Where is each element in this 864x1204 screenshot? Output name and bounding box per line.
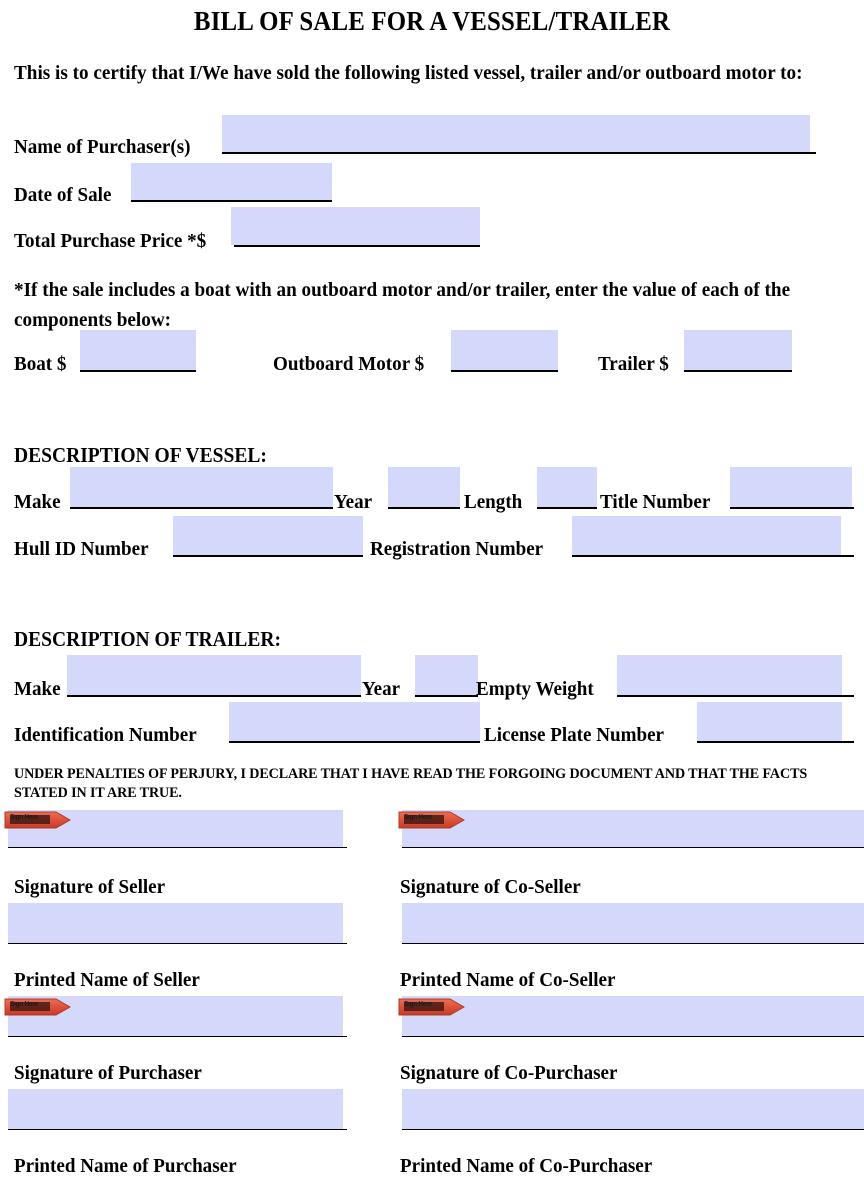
co-seller-printed-name-input[interactable] bbox=[402, 903, 864, 943]
boat-value-rule bbox=[80, 370, 196, 372]
boat-value-label: Boat $ bbox=[14, 353, 67, 375]
vessel-title-number-input[interactable] bbox=[730, 467, 852, 507]
boat-value-input[interactable] bbox=[80, 330, 196, 370]
total-purchase-price-input[interactable] bbox=[231, 207, 480, 245]
vessel-length-rule bbox=[537, 507, 597, 509]
vessel-length-label: Length bbox=[464, 491, 523, 513]
co-purchaser-signature-label: Signature of Co-Purchaser bbox=[400, 1062, 618, 1084]
trailer-empty-weight-rule bbox=[617, 695, 854, 697]
date-of-sale-input[interactable] bbox=[131, 163, 332, 200]
page-title: BILL OF SALE FOR A VESSEL/TRAILER bbox=[193, 6, 671, 36]
trailer-empty-weight-input[interactable] bbox=[617, 655, 842, 695]
co-purchaser-signature-input[interactable] bbox=[402, 996, 864, 1036]
seller-signature-label: Signature of Seller bbox=[14, 876, 166, 898]
purchaser-signature-rule bbox=[8, 1036, 347, 1037]
component-value-note: *If the sale includes a boat with an out… bbox=[14, 279, 791, 331]
perjury-statement: UNDER PENALTIES OF PERJURY, I DECLARE TH… bbox=[14, 766, 808, 801]
bill-of-sale-document: BILL OF SALE FOR A VESSEL/TRAILER This i… bbox=[0, 0, 864, 1204]
purchaser-printed-name-input[interactable] bbox=[8, 1089, 343, 1129]
sign-here-tag-co-purchaser-signature: Sign Here bbox=[398, 998, 466, 1016]
trailer-value-input[interactable] bbox=[684, 330, 792, 370]
co-purchaser-printed-name-label: Printed Name of Co-Purchaser bbox=[400, 1155, 653, 1177]
vessel-make-input[interactable] bbox=[70, 467, 333, 507]
trailer-year-label: Year bbox=[362, 678, 401, 700]
co-purchaser-printed-name-rule bbox=[402, 1129, 864, 1130]
seller-signature-rule bbox=[8, 847, 347, 848]
trailer-license-plate-input[interactable] bbox=[697, 702, 842, 741]
co-seller-signature-input[interactable] bbox=[402, 810, 864, 847]
vessel-registration-input[interactable] bbox=[572, 516, 841, 555]
total-purchase-price-rule bbox=[234, 245, 480, 247]
outboard-motor-value-rule bbox=[451, 370, 558, 372]
intro-paragraph: This is to certify that I/We have sold t… bbox=[14, 62, 803, 84]
trailer-value-label: Trailer $ bbox=[598, 353, 669, 375]
co-seller-signature-label: Signature of Co-Seller bbox=[400, 876, 581, 898]
purchaser-printed-name-label: Printed Name of Purchaser bbox=[14, 1155, 237, 1177]
sign-here-tag-seller-signature: Sign Here bbox=[4, 811, 72, 829]
date-of-sale-rule bbox=[131, 200, 332, 202]
trailer-license-plate-label: License Plate Number bbox=[484, 724, 665, 746]
name-of-purchasers-rule bbox=[222, 152, 816, 154]
trailer-make-input[interactable] bbox=[67, 655, 361, 695]
trailer-section-heading: DESCRIPTION OF TRAILER: bbox=[14, 627, 281, 651]
co-seller-printed-name-rule bbox=[402, 943, 864, 944]
trailer-identification-input[interactable] bbox=[229, 702, 480, 741]
trailer-license-plate-rule bbox=[697, 741, 854, 743]
date-of-sale-label: Date of Sale bbox=[14, 184, 112, 206]
vessel-year-rule bbox=[388, 507, 460, 509]
sign-here-tag-label: Sign Here bbox=[10, 1001, 38, 1008]
vessel-title-number-label: Title Number bbox=[600, 491, 711, 513]
vessel-registration-rule bbox=[572, 555, 854, 557]
vessel-make-label: Make bbox=[14, 491, 61, 513]
seller-printed-name-rule bbox=[8, 943, 347, 944]
vessel-year-label: Year bbox=[334, 491, 373, 513]
vessel-section-heading: DESCRIPTION OF VESSEL: bbox=[14, 443, 267, 467]
trailer-empty-weight-label: Empty Weight bbox=[476, 678, 594, 700]
trailer-value-rule bbox=[684, 370, 792, 372]
vessel-hull-id-rule bbox=[173, 555, 363, 557]
sign-here-tag-co-seller-signature: Sign Here bbox=[398, 811, 466, 829]
co-purchaser-printed-name-input[interactable] bbox=[402, 1089, 864, 1129]
vessel-year-input[interactable] bbox=[388, 467, 460, 507]
trailer-year-rule bbox=[415, 695, 478, 697]
trailer-year-input[interactable] bbox=[415, 655, 478, 695]
sign-here-tag-label: Sign Here bbox=[404, 814, 432, 821]
co-purchaser-signature-rule bbox=[402, 1036, 864, 1037]
name-of-purchasers-label: Name of Purchaser(s) bbox=[14, 136, 191, 158]
vessel-registration-label: Registration Number bbox=[370, 538, 544, 560]
seller-printed-name-input[interactable] bbox=[8, 903, 343, 943]
seller-printed-name-label: Printed Name of Seller bbox=[14, 969, 200, 991]
vessel-hull-id-input[interactable] bbox=[173, 516, 363, 555]
trailer-identification-label: Identification Number bbox=[14, 724, 197, 746]
sign-here-tag-purchaser-signature: Sign Here bbox=[4, 998, 72, 1016]
vessel-make-rule bbox=[70, 507, 333, 509]
vessel-title-number-rule bbox=[730, 507, 854, 509]
co-seller-signature-rule bbox=[402, 847, 864, 848]
co-seller-printed-name-label: Printed Name of Co-Seller bbox=[400, 969, 616, 991]
sign-here-tag-label: Sign Here bbox=[10, 814, 38, 821]
name-of-purchasers-input[interactable] bbox=[222, 115, 810, 152]
outboard-motor-value-input[interactable] bbox=[451, 330, 558, 370]
vessel-hull-id-label: Hull ID Number bbox=[14, 538, 149, 560]
outboard-motor-value-label: Outboard Motor $ bbox=[273, 353, 425, 375]
trailer-make-label: Make bbox=[14, 678, 61, 700]
total-purchase-price-label: Total Purchase Price *$ bbox=[14, 230, 207, 252]
purchaser-signature-label: Signature of Purchaser bbox=[14, 1062, 202, 1084]
sign-here-tag-label: Sign Here bbox=[404, 1001, 432, 1008]
trailer-identification-rule bbox=[229, 741, 480, 743]
vessel-length-input[interactable] bbox=[537, 467, 597, 507]
trailer-make-rule bbox=[67, 695, 361, 697]
purchaser-printed-name-rule bbox=[8, 1129, 347, 1130]
